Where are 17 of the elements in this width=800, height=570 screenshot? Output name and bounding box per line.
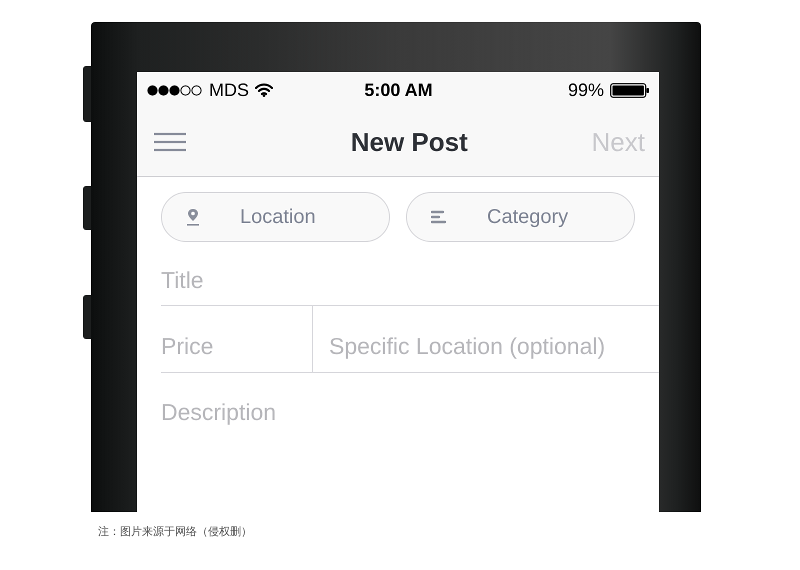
list-icon — [431, 210, 447, 224]
title-field[interactable]: Title — [137, 242, 659, 306]
menu-icon[interactable] — [153, 132, 187, 152]
specific-location-field[interactable]: Specific Location (optional) — [313, 306, 659, 373]
pin-icon — [186, 208, 200, 226]
image-note: 注：图片来源于网络（侵权删） — [98, 524, 253, 539]
location-picker[interactable]: Location — [161, 192, 390, 242]
signal-icon — [147, 84, 203, 96]
battery-icon — [610, 82, 650, 98]
screen-title: New Post — [350, 126, 468, 158]
category-picker[interactable]: Category — [406, 192, 635, 242]
status-time: 5:00 AM — [364, 80, 433, 100]
wifi-icon — [255, 83, 273, 97]
carrier-name: MDS — [209, 80, 249, 100]
battery-percent: 99% — [568, 80, 604, 100]
price-field[interactable]: Price — [137, 306, 313, 373]
description-field[interactable]: Description — [137, 373, 659, 512]
